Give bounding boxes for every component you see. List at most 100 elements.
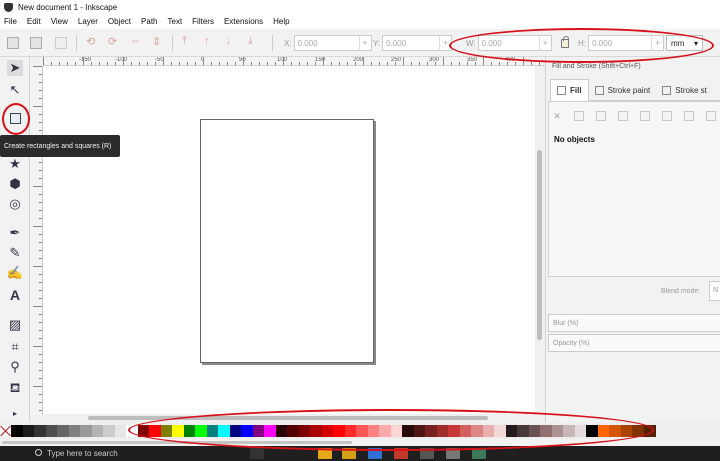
color-swatch[interactable] <box>609 425 621 437</box>
color-swatch[interactable] <box>218 425 230 437</box>
select-all-icon[interactable] <box>7 37 19 49</box>
color-swatch[interactable] <box>126 425 138 437</box>
flip-vertical-icon[interactable]: ⇕ <box>152 35 164 48</box>
opacity-slider[interactable]: Opacity (%) <box>548 334 720 352</box>
menu-layer[interactable]: Layer <box>78 17 98 26</box>
lower-icon[interactable]: ↓ <box>226 35 238 47</box>
color-swatch[interactable] <box>195 425 207 437</box>
color-swatch[interactable] <box>505 425 518 437</box>
menu-edit[interactable]: Edit <box>27 17 41 26</box>
color-swatch[interactable] <box>482 425 495 437</box>
vertical-scroll-thumb[interactable] <box>537 150 542 340</box>
calligraphy-tool-icon[interactable]: ✍ <box>7 265 23 281</box>
color-swatch[interactable] <box>264 425 276 437</box>
color-swatch[interactable] <box>517 425 529 437</box>
no-paint-icon[interactable]: ✕ <box>552 111 562 121</box>
more-tools-icon[interactable]: ▸ <box>7 405 23 421</box>
flat-color-icon[interactable] <box>574 111 584 121</box>
pencil-tool-icon[interactable]: ✎ <box>7 245 23 261</box>
rotate-cw-icon[interactable]: ⟳ <box>108 35 120 48</box>
menu-object[interactable]: Object <box>108 17 131 26</box>
taskbar-app-icon[interactable] <box>420 448 434 459</box>
x-input[interactable]: 0.000 + <box>293 35 372 51</box>
taskbar-app-icon[interactable] <box>394 448 408 459</box>
palette-scroll-thumb[interactable] <box>2 441 352 444</box>
selector-tool-icon[interactable]: ➤ <box>7 60 23 76</box>
horizontal-scrollbar[interactable] <box>43 414 535 422</box>
color-swatch[interactable] <box>471 425 483 437</box>
taskbar-app-icon[interactable] <box>446 448 460 459</box>
color-swatch[interactable] <box>620 425 633 437</box>
menu-file[interactable]: File <box>4 17 17 26</box>
menu-view[interactable]: View <box>51 17 68 26</box>
color-swatch[interactable] <box>390 425 403 437</box>
swatch-icon[interactable] <box>684 111 694 121</box>
color-swatch[interactable] <box>80 425 92 437</box>
spiral-tool-icon[interactable]: ◎ <box>7 196 23 212</box>
color-swatch[interactable] <box>91 425 104 437</box>
node-tool-icon[interactable]: ↖ <box>7 82 23 98</box>
color-swatch[interactable] <box>11 425 23 437</box>
color-swatch[interactable] <box>275 425 288 437</box>
rectangle-tool-icon[interactable] <box>7 110 23 126</box>
dropper-tool-icon[interactable]: ⚲ <box>7 359 23 375</box>
lower-to-bottom-icon[interactable]: ⤓ <box>248 35 260 47</box>
color-swatch[interactable] <box>379 425 391 437</box>
color-swatch[interactable] <box>34 425 46 437</box>
menu-extensions[interactable]: Extensions <box>224 17 263 26</box>
tab-stroke-style[interactable]: Stroke st <box>656 79 713 101</box>
color-swatch[interactable] <box>344 425 357 437</box>
menu-filters[interactable]: Filters <box>192 17 214 26</box>
color-swatch[interactable] <box>632 425 644 437</box>
rotate-ccw-icon[interactable]: ⟲ <box>86 35 98 48</box>
width-input[interactable]: 0.000 + <box>477 35 552 51</box>
color-swatch[interactable] <box>540 425 552 437</box>
color-swatch[interactable] <box>310 425 322 437</box>
color-swatch[interactable] <box>563 425 575 437</box>
gradient-tool-icon[interactable]: ▨ <box>7 317 23 333</box>
taskbar-app-icon[interactable] <box>472 448 486 459</box>
palette-scrollbar[interactable] <box>0 439 720 446</box>
color-swatch[interactable] <box>160 425 173 437</box>
unset-paint-icon[interactable] <box>706 111 716 121</box>
color-swatch[interactable] <box>103 425 115 437</box>
x-spin-icon[interactable]: + <box>358 36 371 50</box>
menu-path[interactable]: Path <box>141 17 157 26</box>
color-swatch[interactable] <box>172 425 184 437</box>
color-swatch[interactable] <box>459 425 472 437</box>
color-swatch[interactable] <box>229 425 242 437</box>
color-swatch[interactable] <box>149 425 161 437</box>
color-swatch[interactable] <box>287 425 299 437</box>
w-spin-icon[interactable]: + <box>538 36 551 50</box>
h-spin-icon[interactable]: + <box>651 36 663 50</box>
color-swatch[interactable] <box>597 425 610 437</box>
color-swatch[interactable] <box>551 425 564 437</box>
color-swatch[interactable] <box>137 425 150 437</box>
radial-gradient-icon[interactable] <box>618 111 628 121</box>
color-swatch[interactable] <box>114 425 127 437</box>
color-swatch[interactable] <box>321 425 334 437</box>
blend-mode-select[interactable]: N <box>709 281 720 301</box>
color-swatch[interactable] <box>45 425 58 437</box>
color-swatch[interactable] <box>333 425 345 437</box>
color-swatch[interactable] <box>206 425 219 437</box>
y-input[interactable]: 0.000 + <box>382 35 453 51</box>
horizontal-scroll-thumb[interactable] <box>88 416 488 420</box>
deselect-icon[interactable] <box>55 37 67 49</box>
color-swatch[interactable] <box>252 425 265 437</box>
color-swatch[interactable] <box>402 425 414 437</box>
color-swatch[interactable] <box>494 425 506 437</box>
menu-text[interactable]: Text <box>168 17 183 26</box>
color-swatch[interactable] <box>436 425 449 437</box>
color-swatch[interactable] <box>425 425 437 437</box>
flip-horizontal-icon[interactable]: ⇔ <box>130 35 142 47</box>
menu-help[interactable]: Help <box>273 17 289 26</box>
no-color-swatch-icon[interactable] <box>0 425 11 437</box>
color-swatch[interactable] <box>22 425 35 437</box>
blur-slider[interactable]: Blur (%) <box>548 314 720 332</box>
raise-to-top-icon[interactable]: ⤒ <box>182 35 194 47</box>
color-swatch[interactable] <box>643 425 656 437</box>
color-swatch[interactable] <box>448 425 460 437</box>
color-swatch[interactable] <box>241 425 253 437</box>
height-input[interactable]: 0.000 + <box>588 35 664 51</box>
